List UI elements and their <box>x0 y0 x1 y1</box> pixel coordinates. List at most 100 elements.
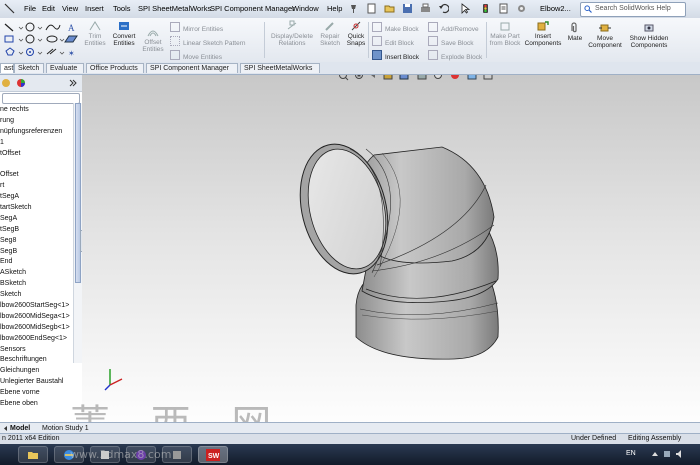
tree-item[interactable]: Seg8 <box>0 236 74 247</box>
tab-spi-component-manager[interactable]: SPI Component Manager <box>146 63 238 73</box>
file-properties-icon[interactable] <box>498 3 509 14</box>
panel-toolbar <box>0 75 82 92</box>
tab-office-products[interactable]: Office Products <box>86 63 144 73</box>
tree-item[interactable]: Offset <box>0 170 74 181</box>
menu-edit[interactable]: Edit <box>42 4 55 13</box>
tree-item[interactable]: SegA <box>0 214 74 225</box>
tab-model[interactable]: Model <box>10 424 30 433</box>
taskbar-explorer[interactable] <box>18 446 48 463</box>
rebuild-icon[interactable] <box>480 3 491 14</box>
undo-icon[interactable] <box>438 3 449 14</box>
tree-item[interactable] <box>0 159 74 170</box>
offset-entities-button[interactable]: Offset Entities <box>140 26 166 53</box>
tree-item[interactable]: Gleichungen <box>0 366 74 377</box>
move-component-button[interactable]: Move Component <box>588 22 622 49</box>
pin-icon[interactable] <box>348 3 359 14</box>
tree-item[interactable]: lbow2600StartSeg<1> <box>0 301 74 312</box>
save-block-button[interactable]: Save Block <box>428 36 474 47</box>
tray-icons[interactable] <box>650 449 690 459</box>
line-tool-icon <box>4 23 14 32</box>
tree-item[interactable]: Unlegierter Baustahl <box>0 377 74 388</box>
tree-item[interactable]: lbow2600MidSega<1> <box>0 312 74 323</box>
tree-item[interactable]: End <box>0 257 74 268</box>
make-block-button[interactable]: Make Block <box>372 22 419 33</box>
tree-item[interactable]: nüpfungsreferenzen <box>0 127 74 138</box>
feature-manager-panel: ne rechts rung nüpfungsreferenzen 1 tOffset O… <box>0 75 83 433</box>
display-delete-relations-button[interactable]: Display/Delete Relations <box>268 20 316 47</box>
tree-item[interactable]: tSegA <box>0 192 74 203</box>
tree-item[interactable]: BSketch <box>0 279 74 290</box>
menu-tools[interactable]: Tools <box>113 4 131 13</box>
menu-insert[interactable]: Insert <box>85 4 104 13</box>
new-document-icon[interactable] <box>366 3 377 14</box>
sketch-line-icon[interactable] <box>4 3 15 14</box>
graphics-area[interactable] <box>82 75 700 433</box>
search-help-box[interactable]: Search SolidWorks Help <box>580 2 686 17</box>
tree-item[interactable]: tOffset <box>0 149 74 160</box>
menu-file[interactable]: File <box>24 4 36 13</box>
svg-text:✶: ✶ <box>68 49 75 58</box>
language-indicator[interactable]: EN <box>626 450 636 457</box>
make-part-from-block-button[interactable]: Make Part from Block <box>489 20 521 47</box>
options-gear-icon[interactable] <box>516 3 527 14</box>
tree-item[interactable]: ne rechts <box>0 105 74 116</box>
tab-motion-study[interactable]: Motion Study 1 <box>42 424 89 433</box>
tree-item[interactable]: Sketch <box>0 290 74 301</box>
menu-view[interactable]: View <box>62 4 78 13</box>
command-manager-tabs: ast Sketch Evaluate Office Products SPI … <box>0 62 700 75</box>
tree-item[interactable]: SegB <box>0 247 74 258</box>
linear-sketch-pattern-button[interactable]: Linear Sketch Pattern <box>170 36 246 47</box>
trim-entities-button[interactable]: Trim Entities <box>84 20 106 47</box>
explode-block-icon <box>428 50 438 60</box>
insert-components-button[interactable]: Insert Components <box>524 20 562 47</box>
tree-item[interactable]: tSegB <box>0 225 74 236</box>
tab-sketch[interactable]: Sketch <box>14 63 44 73</box>
command-manager: A ✶ Trim Entities Convert Entities Offse… <box>0 18 700 63</box>
insert-block-button[interactable]: Insert Block <box>372 50 419 61</box>
convert-entities-button[interactable]: Convert Entities <box>110 20 138 47</box>
save-icon[interactable] <box>402 3 413 14</box>
tab-assembly[interactable]: ast <box>0 63 14 73</box>
tree-item[interactable]: lbow2600MidSegb<1> <box>0 323 74 334</box>
relations-icon <box>287 20 297 30</box>
tree-item[interactable]: ASketch <box>0 268 74 279</box>
tree-item[interactable]: rt <box>0 181 74 192</box>
tab-spi-sheetmetalworks[interactable]: SPI SheetMetalWorks <box>240 63 320 73</box>
quick-snaps-button[interactable]: Quick Snaps <box>345 20 367 47</box>
edit-block-label: Edit Block <box>385 40 414 47</box>
explode-block-button[interactable]: Explode Block <box>428 50 482 61</box>
mirror-entities-button[interactable]: Mirror Entities <box>170 22 223 33</box>
open-folder-icon[interactable] <box>384 3 395 14</box>
tree-item[interactable]: rung <box>0 116 74 127</box>
tree-filter-input[interactable] <box>2 93 80 104</box>
move-entities-button[interactable]: Move Entities <box>170 50 222 61</box>
tree-item[interactable]: lbow2600EndSeg<1> <box>0 334 74 345</box>
property-manager-icon[interactable] <box>1 78 11 88</box>
scroll-left-icon[interactable] <box>2 425 9 432</box>
menu-spi-component-manager[interactable]: SPI Component Manager <box>210 4 295 13</box>
menu-help[interactable]: Help <box>327 4 342 13</box>
tree-item[interactable]: Ebene vorne <box>0 388 74 399</box>
elbow-model-3d[interactable] <box>82 75 700 433</box>
expand-panel-icon[interactable] <box>69 79 77 87</box>
tree-item[interactable]: 1 <box>0 138 74 149</box>
make-block-icon <box>372 22 382 32</box>
taskbar-solidworks[interactable]: SW <box>198 446 228 463</box>
tree-item[interactable]: Sensors <box>0 345 74 356</box>
add-remove-button[interactable]: Add/Remove <box>428 22 479 33</box>
menu-spi-sheetmetalworks[interactable]: SPI SheetMetalWorks <box>138 4 211 13</box>
tree-item[interactable]: Ebene oben <box>0 399 74 410</box>
appearance-icon[interactable] <box>16 78 26 88</box>
search-placeholder: Search SolidWorks Help <box>595 5 671 12</box>
tab-evaluate[interactable]: Evaluate <box>46 63 84 73</box>
print-icon[interactable] <box>420 3 431 14</box>
tree-item[interactable]: Beschriftungen <box>0 355 74 366</box>
mate-button[interactable]: Mate <box>565 22 585 42</box>
edit-block-button[interactable]: Edit Block <box>372 36 414 47</box>
select-arrow-icon[interactable] <box>460 3 471 14</box>
tree-scroll-thumb[interactable] <box>75 103 81 283</box>
tree-item[interactable]: tartSketch <box>0 203 74 214</box>
repair-sketch-button[interactable]: Repair Sketch <box>318 20 342 47</box>
menu-window[interactable]: Window <box>292 4 319 13</box>
show-hidden-components-button[interactable]: Show Hidden Components <box>628 22 670 49</box>
